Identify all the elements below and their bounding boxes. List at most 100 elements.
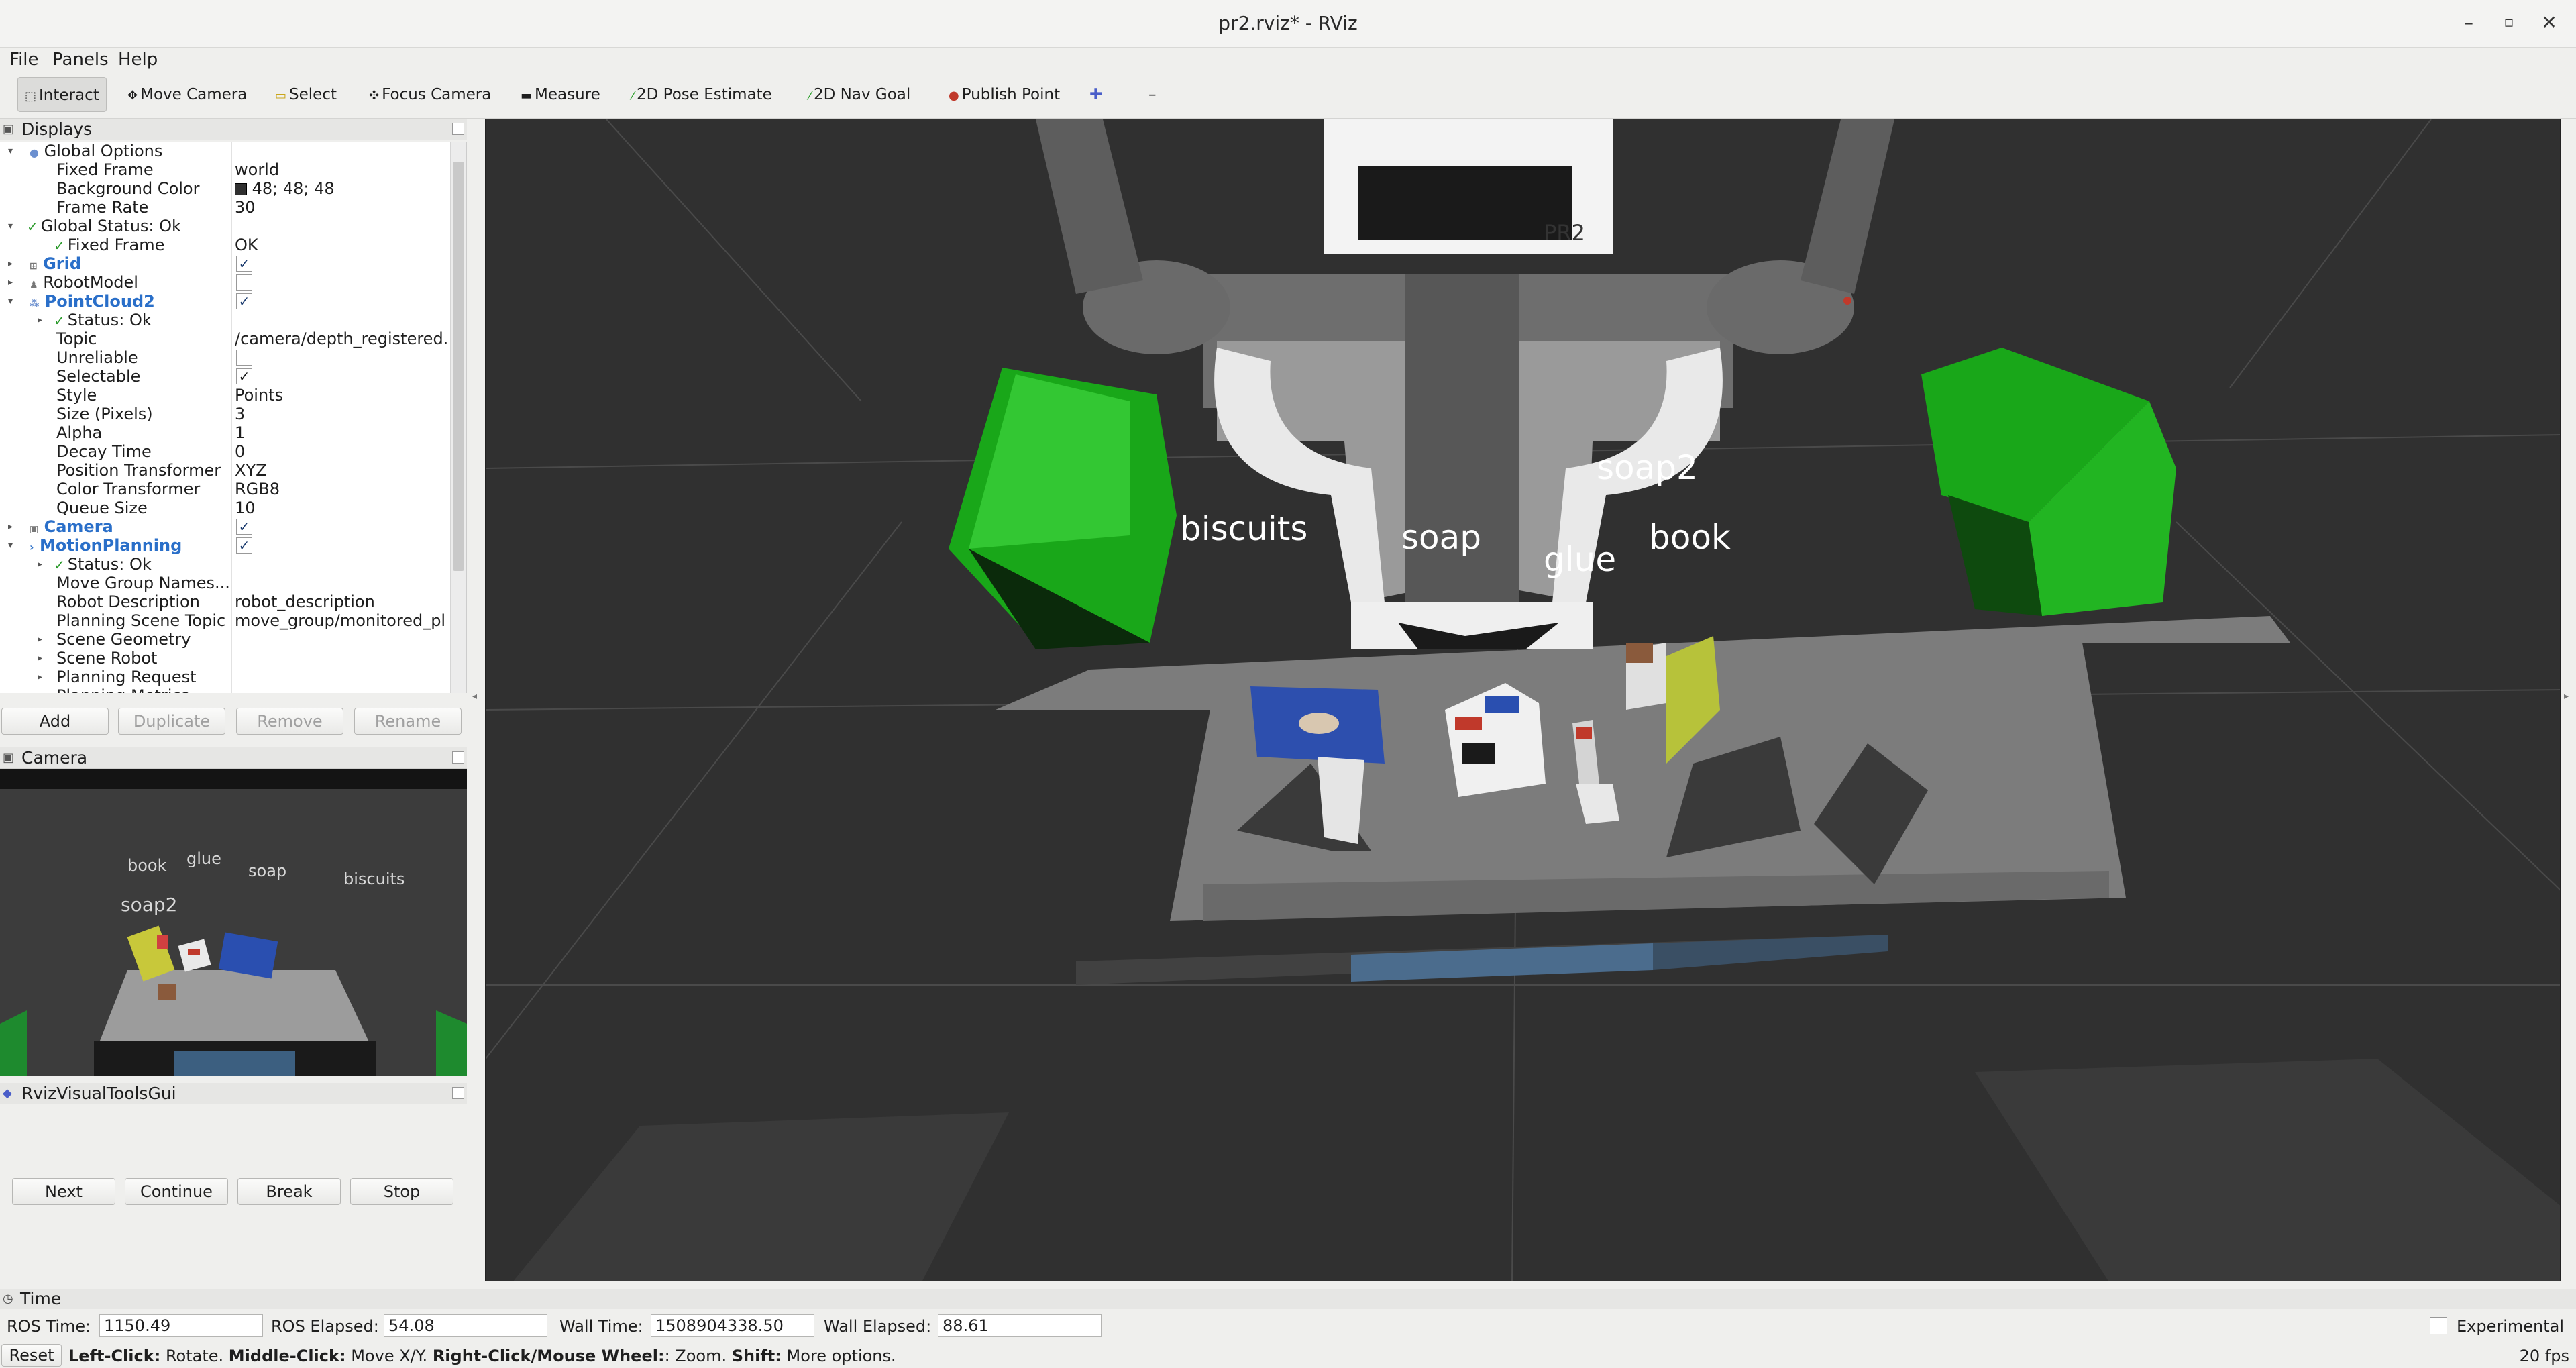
menu-file[interactable]: File xyxy=(9,50,39,70)
row-value[interactable]: world xyxy=(235,160,449,179)
ruler-icon: ▬ xyxy=(521,89,533,103)
time-title: Time xyxy=(20,1289,62,1308)
continue-button[interactable]: Continue xyxy=(125,1178,228,1205)
row-value[interactable]: move_group/monitored_pl xyxy=(235,611,449,630)
tree-row-planning-scene-topic[interactable]: Planning Scene Topic move_group/monitored… xyxy=(0,611,451,630)
minimize-button[interactable]: – xyxy=(2455,9,2482,36)
tree-row-topic[interactable]: Topic/camera/depth_registered. xyxy=(0,329,451,348)
camera-checkbox[interactable]: ✓ xyxy=(236,519,252,535)
pointcloud2-checkbox[interactable]: ✓ xyxy=(236,293,252,309)
scene-render xyxy=(486,119,2560,1281)
tree-row-queue-size[interactable]: Queue Size 10 xyxy=(0,498,451,517)
motionplanning-checkbox[interactable]: ✓ xyxy=(236,537,252,554)
tool-select[interactable]: ▭ Select xyxy=(268,77,343,112)
remove-display-button[interactable]: Remove xyxy=(236,708,343,735)
tool-move-camera[interactable]: ✥ Move Camera xyxy=(121,77,254,112)
panel-close-button[interactable] xyxy=(452,123,464,135)
row-value[interactable]: /camera/depth_registered. xyxy=(235,329,449,348)
row-value[interactable]: 0 xyxy=(235,442,449,461)
tree-row-frame-rate[interactable]: Frame Rate 30 xyxy=(0,198,451,217)
row-value[interactable]: RGB8 xyxy=(235,480,449,498)
tree-row-color-transformer[interactable]: Color Transformer RGB8 xyxy=(0,480,451,498)
clock-icon: ◷ xyxy=(3,1292,13,1306)
panel-close-button[interactable] xyxy=(452,1087,464,1099)
color-value[interactable]: 48; 48; 48 xyxy=(235,179,449,198)
tool-focus-camera[interactable]: ✣ Focus Camera xyxy=(362,77,498,112)
splitter-handle[interactable]: ◂ xyxy=(472,691,477,702)
duplicate-display-button[interactable]: Duplicate xyxy=(118,708,225,735)
tool-publish-point[interactable]: ● Publish Point xyxy=(942,77,1067,112)
tree-row-global-options[interactable]: ▾ ● Global Options xyxy=(0,142,451,160)
row-value[interactable]: 1 xyxy=(235,423,449,442)
tree-row-fixed-frame-status[interactable]: ✓ Fixed Frame OK xyxy=(0,235,451,254)
remove-tool-button[interactable]: – xyxy=(1142,77,1163,112)
row-label: Planning Metrics xyxy=(56,686,189,693)
tool-2d-nav-goal[interactable]: ⁄ 2D Nav Goal xyxy=(802,77,917,112)
wall-elapsed-field[interactable]: 88.61 xyxy=(938,1314,1102,1337)
row-value[interactable]: robot_description xyxy=(235,592,449,611)
tree-row-background-color[interactable]: Background Color 48; 48; 48 xyxy=(0,179,451,198)
tool-2d-pose-estimate[interactable]: ⁄ 2D Pose Estimate xyxy=(625,77,779,112)
tree-row-pc-status[interactable]: ▸ ✓ Status: Ok xyxy=(0,311,451,329)
tree-row-move-group-names[interactable]: Move Group Names... xyxy=(0,574,451,592)
close-button[interactable]: ✕ xyxy=(2536,9,2563,36)
row-label: Queue Size xyxy=(56,498,148,517)
row-label: Decay Time xyxy=(56,442,152,461)
reset-button[interactable]: Reset xyxy=(1,1344,62,1367)
tree-row-pointcloud2[interactable]: ▾ ⁂ PointCloud2 ✓ xyxy=(0,292,451,311)
wall-time-field[interactable]: 1508904338.50 xyxy=(651,1314,814,1337)
stop-button[interactable]: Stop xyxy=(350,1178,453,1205)
row-label: Move Group Names... xyxy=(56,574,230,592)
tree-row-grid[interactable]: ▸ ⊞ Grid ✓ xyxy=(0,254,451,273)
tree-row-planning-request[interactable]: ▸ Planning Request xyxy=(0,668,451,686)
tree-row-scene-robot[interactable]: ▸ Scene Robot xyxy=(0,649,451,668)
ros-time-field[interactable]: 1150.49 xyxy=(99,1314,263,1337)
tree-row-robotmodel[interactable]: ▸ ♟ RobotModel xyxy=(0,273,451,292)
tree-row-position-transformer[interactable]: Position Transformer XYZ xyxy=(0,461,451,480)
tree-row-selectable[interactable]: Selectable ✓ xyxy=(0,367,451,386)
rename-display-button[interactable]: Rename xyxy=(354,708,462,735)
camera-icon: ▣ xyxy=(3,751,15,765)
tree-row-global-status[interactable]: ▾ ✓ Global Status: Ok xyxy=(0,217,451,235)
tree-row-robot-description[interactable]: Robot Description robot_description xyxy=(0,592,451,611)
menu-help[interactable]: Help xyxy=(118,50,158,70)
tree-row-scene-geometry[interactable]: ▸ Scene Geometry xyxy=(0,630,451,649)
add-tool-button[interactable]: ✚ xyxy=(1083,77,1109,112)
displays-scrollbar[interactable] xyxy=(450,142,466,693)
experimental-checkbox[interactable] xyxy=(2430,1317,2447,1334)
tree-row-unreliable[interactable]: Unreliable xyxy=(0,348,451,367)
ros-elapsed-field[interactable]: 54.08 xyxy=(384,1314,547,1337)
tree-row-motionplanning[interactable]: ▾ › MotionPlanning ✓ xyxy=(0,536,451,555)
tree-row-camera[interactable]: ▸ ▣ Camera ✓ xyxy=(0,517,451,536)
check-icon: ✓ xyxy=(54,238,65,254)
tree-row-style[interactable]: Style Points xyxy=(0,386,451,405)
row-value[interactable]: 3 xyxy=(235,405,449,423)
row-value[interactable]: 30 xyxy=(235,198,449,217)
unreliable-checkbox[interactable] xyxy=(236,350,252,366)
row-value[interactable]: XYZ xyxy=(235,461,449,480)
row-value[interactable]: 10 xyxy=(235,498,449,517)
tree-row-alpha[interactable]: Alpha 1 xyxy=(0,423,451,442)
tree-row-mp-status[interactable]: ▸ ✓ Status: Ok xyxy=(0,555,451,574)
tree-row-fixed-frame[interactable]: Fixed Frame world xyxy=(0,160,451,179)
tool-label: Move Camera xyxy=(140,86,248,103)
tree-row-planning-metrics[interactable]: ▸Planning Metrics xyxy=(0,686,451,693)
tool-measure[interactable]: ▬ Measure xyxy=(514,77,607,112)
splitter-handle[interactable]: ▸ xyxy=(2564,691,2569,702)
tree-row-size[interactable]: Size (Pixels) 3 xyxy=(0,405,451,423)
selectable-checkbox[interactable]: ✓ xyxy=(236,368,252,384)
tree-row-decay-time[interactable]: Decay Time 0 xyxy=(0,442,451,461)
row-value[interactable]: Points xyxy=(235,386,449,405)
grid-checkbox[interactable]: ✓ xyxy=(236,256,252,272)
menu-panels[interactable]: Panels xyxy=(52,50,109,70)
ros-time-label: ROS Time: xyxy=(7,1317,91,1336)
break-button[interactable]: Break xyxy=(237,1178,341,1205)
tool-interact[interactable]: ⬚ Interact xyxy=(17,77,107,112)
next-button[interactable]: Next xyxy=(12,1178,115,1205)
maximize-button[interactable]: ▫ xyxy=(2496,9,2522,36)
add-display-button[interactable]: Add xyxy=(1,708,109,735)
scrollbar-thumb[interactable] xyxy=(453,162,464,571)
robotmodel-checkbox[interactable] xyxy=(236,274,252,291)
3d-render-view[interactable]: biscuits soap glue book soap2 PR2 xyxy=(485,119,2561,1281)
panel-close-button[interactable] xyxy=(452,751,464,764)
